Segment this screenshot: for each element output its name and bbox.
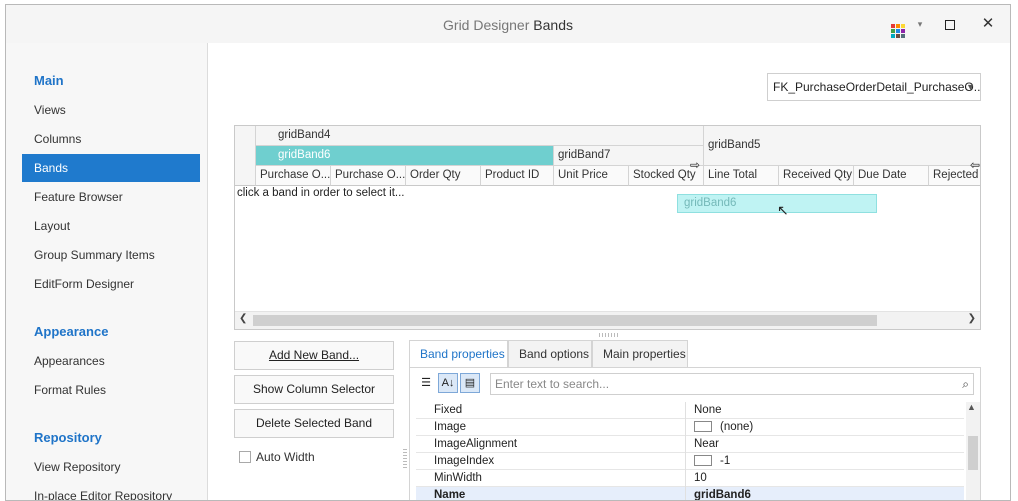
property-row[interactable]: Image (none) (416, 419, 964, 436)
sidebar-item-feature-browser[interactable]: Feature Browser (22, 183, 200, 211)
property-name: MinWidth (430, 470, 686, 487)
search-icon[interactable]: ⌕ (962, 374, 969, 394)
relation-combo[interactable]: FK_PurchaseOrderDetail_PurchaseO... ▼ (767, 73, 981, 101)
column-header[interactable]: Purchase O... (331, 166, 406, 186)
property-row[interactable]: ImageAlignment Near (416, 436, 964, 453)
column-header[interactable]: Received Qty (779, 166, 854, 186)
window-title-prefix: Grid Designer (443, 17, 530, 33)
delete-selected-band-button[interactable]: Delete Selected Band (234, 409, 394, 438)
column-header[interactable]: Purchase O... (256, 166, 331, 186)
property-pages-icon[interactable]: ▤ (460, 373, 480, 393)
property-search-placeholder: Enter text to search... (495, 377, 610, 391)
sidebar: Main Views Columns Bands Feature Browser… (6, 43, 208, 500)
property-value[interactable]: Near (694, 436, 719, 452)
band-gridband7[interactable]: gridBand7 (554, 146, 704, 166)
property-value[interactable]: 10 (694, 470, 707, 486)
scroll-left-icon[interactable]: ❮ (239, 313, 247, 324)
property-value: (none) (720, 421, 754, 433)
column-header[interactable]: Order Qty (406, 166, 481, 186)
main-content: FK_PurchaseOrderDetail_PurchaseO... ▼ gr… (209, 43, 1010, 500)
property-value-with-swatch[interactable]: -1 (694, 453, 730, 469)
band-gridband5[interactable]: gridBand5 (704, 126, 980, 166)
property-value[interactable]: None (694, 402, 722, 418)
insert-arrow-icon: ⇨ (690, 158, 701, 172)
scroll-up-icon[interactable]: ▲ (967, 402, 976, 412)
add-new-band-label: Add New Band... (268, 348, 360, 362)
property-name: Name (430, 487, 686, 500)
grid-hint-text: click a band in order to select it... (237, 187, 405, 199)
property-search-input[interactable]: Enter text to search... ⌕ (490, 373, 974, 395)
auto-width-checkbox[interactable]: Auto Width (239, 450, 315, 464)
scrollbar-thumb[interactable] (253, 315, 877, 326)
window-title-page: Bands (533, 17, 573, 33)
checkbox-box[interactable] (239, 451, 251, 463)
title-bar: Grid Designer Bands ▾ ✕ (6, 5, 1010, 43)
sidebar-group-appearance: Appearance (34, 324, 109, 339)
tab-band-properties[interactable]: Band properties (409, 340, 508, 368)
sidebar-item-view-repository[interactable]: View Repository (22, 453, 200, 481)
splitter-grip-vertical[interactable] (403, 449, 407, 469)
categorized-icon[interactable]: ☰ (416, 373, 436, 393)
property-name: ImageIndex (430, 453, 686, 470)
column-header[interactable]: Line Total (704, 166, 779, 186)
close-icon[interactable]: ✕ (978, 14, 998, 34)
image-swatch-icon (694, 421, 712, 432)
sort-alphabetical-icon[interactable]: A↓ (438, 373, 458, 393)
property-vertical-scrollbar[interactable]: ▲ (966, 402, 980, 500)
property-row[interactable]: ImageIndex -1 (416, 453, 964, 470)
sidebar-item-bands[interactable]: Bands (22, 154, 200, 182)
property-name: Image (430, 419, 686, 436)
property-row[interactable]: Fixed None (416, 402, 964, 419)
palette-icon[interactable] (888, 14, 908, 38)
sidebar-item-appearances[interactable]: Appearances (22, 347, 200, 375)
sidebar-item-in-place-editor-repository[interactable]: In-place Editor Repository (22, 482, 200, 500)
column-header[interactable]: Product ID (481, 166, 554, 186)
add-new-band-button[interactable]: Add New Band... (234, 341, 394, 370)
tab-band-options[interactable]: Band options (508, 340, 592, 367)
horizontal-scrollbar[interactable]: ❮ ❯ (235, 311, 980, 329)
band-gridband6[interactable]: gridBand6 (256, 146, 554, 166)
scrollbar-thumb[interactable] (968, 436, 978, 470)
column-header[interactable]: Due Date (854, 166, 929, 186)
sidebar-item-format-rules[interactable]: Format Rules (22, 376, 200, 404)
window-title: Grid Designer Bands (6, 17, 1010, 33)
splitter-grip-horizontal[interactable] (599, 333, 619, 337)
sidebar-item-editform-designer[interactable]: EditForm Designer (22, 270, 200, 298)
property-row-selected[interactable]: Name gridBand6 (416, 487, 964, 500)
sidebar-item-views[interactable]: Views (22, 96, 200, 124)
scroll-right-icon[interactable]: ❯ (968, 313, 976, 324)
property-name: ImageAlignment (430, 436, 686, 453)
property-name: Fixed (430, 402, 686, 419)
chevron-down-icon[interactable]: ▼ (966, 74, 975, 100)
sidebar-group-repository: Repository (34, 430, 102, 445)
sidebar-item-layout[interactable]: Layout (22, 212, 200, 240)
property-row[interactable]: MinWidth 10 (416, 470, 964, 487)
image-index-swatch-icon (694, 455, 712, 466)
mouse-cursor-icon: ↖ (777, 202, 789, 218)
sidebar-group-main: Main (34, 73, 64, 88)
sidebar-item-columns[interactable]: Columns (22, 125, 200, 153)
column-header[interactable]: Unit Price (554, 166, 629, 186)
chevron-down-icon[interactable]: ▾ (910, 14, 930, 34)
tab-main-properties[interactable]: Main properties (592, 340, 688, 367)
auto-width-label: Auto Width (256, 450, 315, 464)
property-value: -1 (720, 455, 731, 467)
property-value[interactable]: gridBand6 (694, 487, 751, 500)
show-column-selector-button[interactable]: Show Column Selector (234, 375, 394, 404)
band-gridband4[interactable]: gridBand4 (256, 126, 704, 146)
insert-arrow-icon: ⇦ (970, 158, 981, 172)
row-indicator-header (235, 126, 256, 186)
maximize-icon[interactable] (940, 14, 960, 34)
property-grid: ☰ A↓ ▤ Enter text to search... ⌕ Fixed N… (409, 367, 981, 500)
relation-combo-value: FK_PurchaseOrderDetail_PurchaseO... (773, 80, 981, 94)
band-grid-preview[interactable]: gridBand4 gridBand6 gridBand7 gridBand5 … (234, 125, 981, 330)
grid-designer-window: Grid Designer Bands ▾ ✕ Main Views Colum… (5, 4, 1011, 501)
property-value-with-swatch[interactable]: (none) (694, 419, 753, 435)
sidebar-item-group-summary-items[interactable]: Group Summary Items (22, 241, 200, 269)
